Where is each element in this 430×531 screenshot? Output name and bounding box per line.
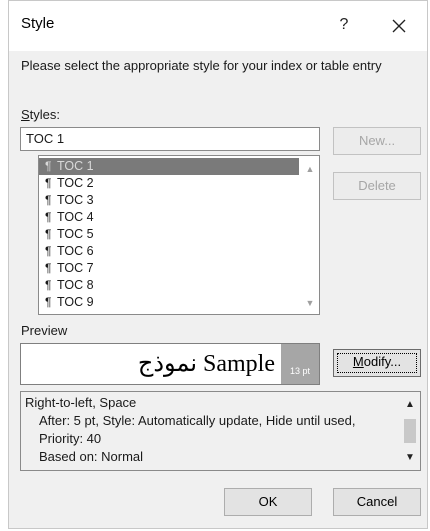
style-list-item-label: TOC 7 (57, 261, 94, 275)
new-button[interactable]: New... (333, 127, 421, 155)
style-name-input[interactable]: TOC 1 (20, 127, 320, 151)
styles-listbox[interactable]: ¶ TOC 1 ¶ TOC 2 ¶ TOC 3 ¶ TOC 4 ¶ TOC 5 ¶ TOC 6 ¶ TOC… (38, 155, 320, 315)
scroll-down-icon[interactable]: ▼ (301, 294, 319, 312)
style-list-item-label: TOC 3 (57, 193, 94, 207)
scroll-down-icon[interactable]: ▼ (401, 452, 419, 463)
styles-label: Styles: (21, 107, 60, 122)
preview-label: Preview (21, 323, 68, 338)
paragraph-style-icon: ¶ (45, 278, 52, 292)
paragraph-style-icon: ¶ (45, 244, 52, 258)
cancel-button[interactable]: Cancel (333, 488, 421, 516)
focus-rectangle (337, 353, 417, 373)
title-bar: Style ? (9, 1, 427, 51)
ok-button[interactable]: OK (224, 488, 312, 516)
style-list-item[interactable]: ¶ TOC 9 (39, 294, 299, 311)
paragraph-style-icon: ¶ (45, 159, 52, 173)
styles-list-items: ¶ TOC 1 ¶ TOC 2 ¶ TOC 3 ¶ TOC 4 ¶ TOC 5 ¶ TOC 6 ¶ TOC… (39, 158, 299, 311)
styles-label-rest: tyles: (29, 107, 61, 122)
style-list-item[interactable]: ¶ TOC 7 (39, 260, 299, 277)
font-size-badge: 13 pt (281, 344, 319, 384)
style-list-item-label: TOC 8 (57, 278, 94, 292)
style-list-item[interactable]: ¶ TOC 8 (39, 277, 299, 294)
delete-button[interactable]: Delete (333, 172, 421, 200)
style-list-item[interactable]: ¶ TOC 3 (39, 192, 299, 209)
style-description: Right-to-left, Space After: 5 pt, Style:… (25, 394, 398, 466)
help-button[interactable]: ? (331, 12, 357, 38)
paragraph-style-icon: ¶ (45, 295, 52, 309)
style-list-item[interactable]: ¶ TOC 2 (39, 175, 299, 192)
style-list-item-label: TOC 6 (57, 244, 94, 258)
description-line: Based on: Normal (39, 449, 144, 464)
scroll-up-icon[interactable]: ▲ (401, 399, 419, 410)
style-list-item-label: TOC 9 (57, 295, 94, 309)
close-icon (392, 19, 406, 33)
style-list-item[interactable]: ¶ TOC 4 (39, 209, 299, 226)
close-button[interactable] (384, 12, 414, 38)
preview-box: نموذج Sample 13 pt (20, 343, 320, 385)
paragraph-style-icon: ¶ (45, 261, 52, 275)
scroll-up-icon[interactable]: ▲ (301, 160, 319, 178)
preview-sample-text: نموذج Sample (137, 351, 275, 377)
paragraph-style-icon: ¶ (45, 227, 52, 241)
style-list-item-label: TOC 4 (57, 210, 94, 224)
style-description-box[interactable]: Right-to-left, Space After: 5 pt, Style:… (20, 391, 421, 471)
paragraph-style-icon: ¶ (45, 176, 52, 190)
paragraph-style-icon: ¶ (45, 210, 52, 224)
description-scrollbar[interactable]: ▲ ▼ (401, 393, 419, 469)
modify-button[interactable]: Modify... (333, 349, 421, 377)
style-dialog: Style ? Please select the appropriate st… (8, 0, 428, 529)
dialog-title: Style (21, 15, 55, 32)
styles-label-mnemonic: S (21, 107, 30, 122)
style-list-item[interactable]: ¶ TOC 6 (39, 243, 299, 260)
description-line: Right-to-left, Space (25, 395, 137, 410)
style-list-item[interactable]: ¶ TOC 1 (39, 158, 299, 175)
instruction-text: Please select the appropriate style for … (21, 58, 382, 73)
style-list-item[interactable]: ¶ TOC 5 (39, 226, 299, 243)
paragraph-style-icon: ¶ (45, 193, 52, 207)
scroll-thumb[interactable] (404, 419, 416, 443)
list-scrollbar[interactable]: ▲ ▼ (301, 156, 319, 314)
style-list-item-label: TOC 2 (57, 176, 94, 190)
style-list-item-label: TOC 1 (57, 159, 94, 173)
description-line: After: 5 pt, Style: Automatically update… (39, 413, 356, 446)
style-list-item-label: TOC 5 (57, 227, 94, 241)
